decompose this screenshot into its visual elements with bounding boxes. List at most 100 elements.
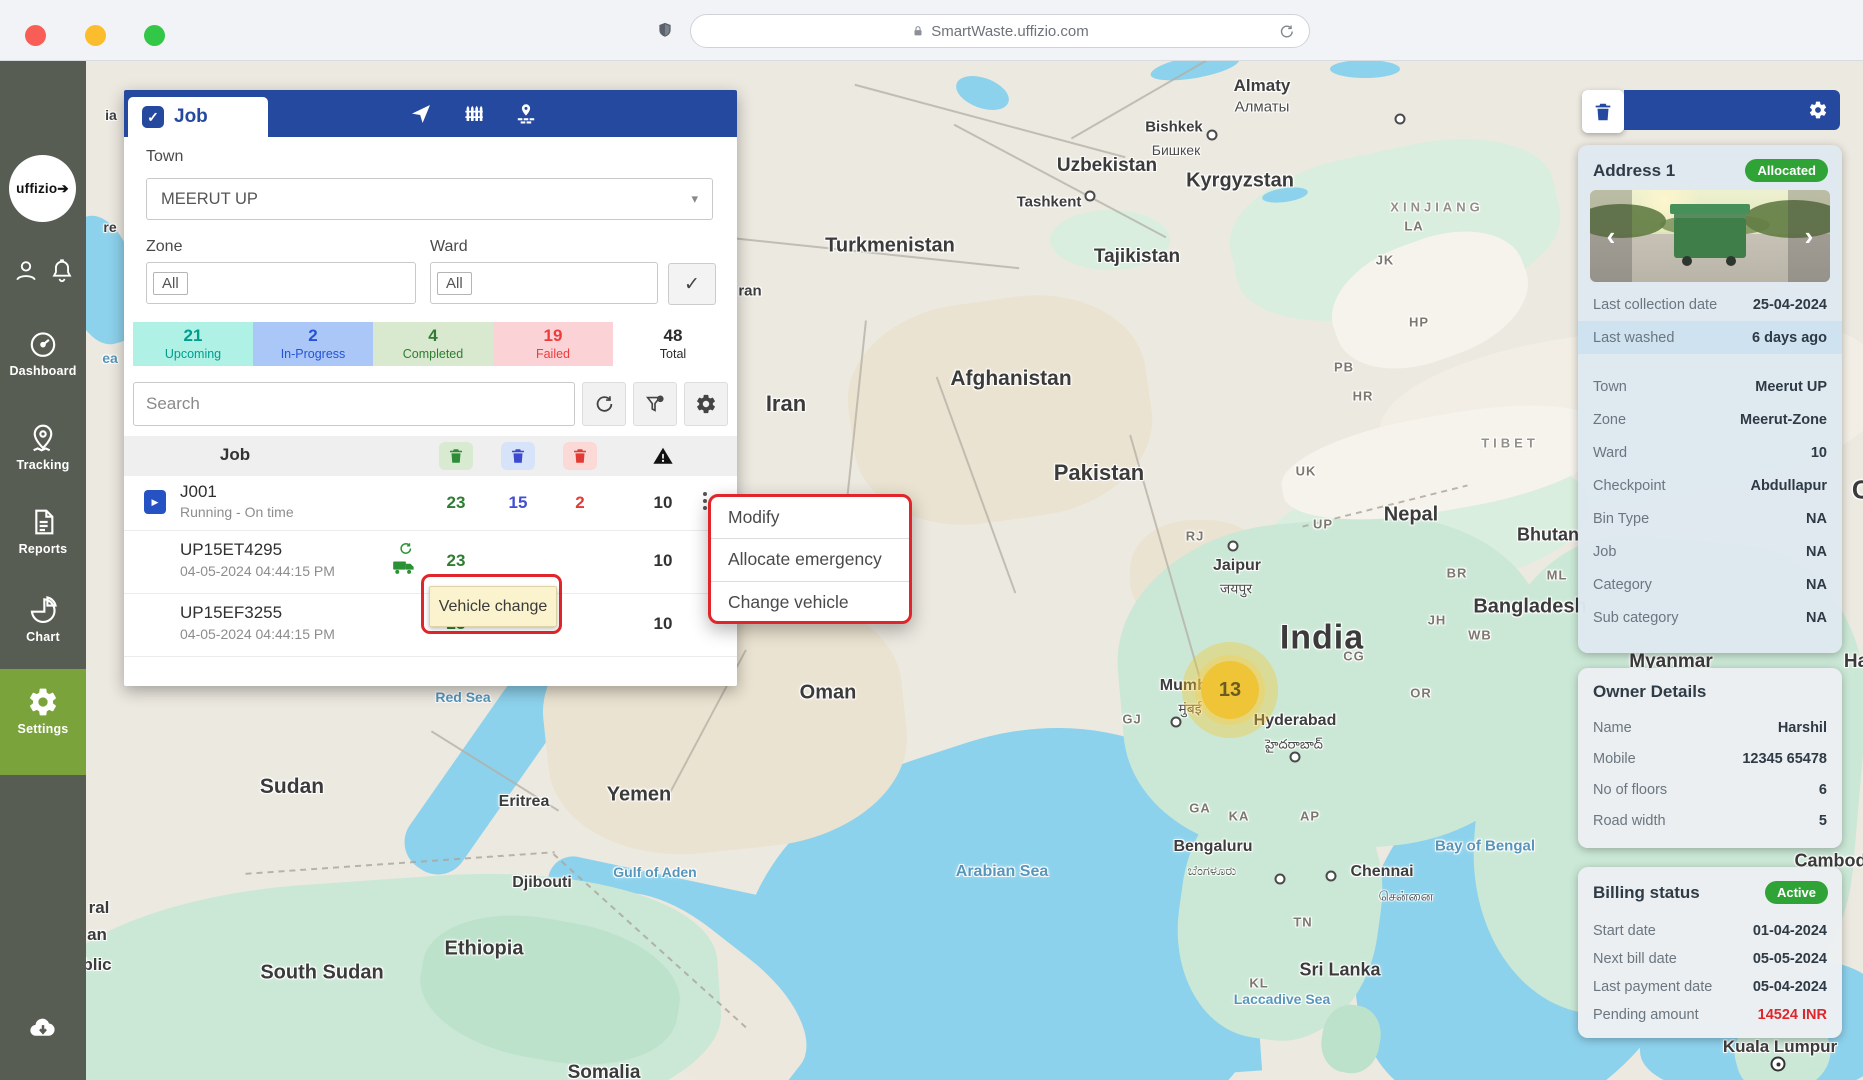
map-label-bangladesh: Bangladesh [1473, 596, 1586, 619]
city-dot [1171, 717, 1182, 728]
sidebar-item-chart[interactable]: Chart [0, 594, 86, 644]
cloud-download-icon[interactable] [28, 1012, 58, 1036]
clipboard-check-icon: ✓ [142, 106, 164, 128]
map-cluster-marker[interactable]: 13 [1201, 661, 1259, 719]
table-row[interactable]: J001Running - On time▶2315210 [124, 476, 737, 531]
user-icon[interactable] [12, 257, 40, 285]
ward-input[interactable]: All [430, 262, 658, 304]
stat-completed[interactable]: 4Completed [373, 322, 493, 366]
row-subtitle: 04-05-2024 04:44:15 PM [180, 626, 335, 642]
sidebar-item-reports[interactable]: Reports [0, 506, 86, 556]
stat-label: In-Progress [253, 347, 373, 361]
map-label-ka: KA [1229, 809, 1250, 824]
settings-button[interactable] [684, 382, 728, 426]
shield-icon[interactable] [656, 21, 674, 40]
map-label-djibouti: Djibouti [512, 874, 572, 892]
map-label-ml: ML [1547, 568, 1568, 583]
tab-fence-icon[interactable] [462, 102, 486, 126]
sidebar-item-tracking[interactable]: Tracking [0, 422, 86, 472]
zone-chip[interactable]: All [153, 272, 188, 295]
tab-navigation-icon[interactable] [409, 102, 433, 126]
stat-value: 48 [613, 326, 733, 346]
detail-row: Next bill date05-05-2024 [1578, 945, 1842, 973]
uffizio-logo: uffizio➔ [9, 155, 76, 222]
vehicle-change-icon[interactable] [390, 541, 420, 576]
town-select[interactable]: MEERUT UP ▾ [146, 178, 713, 220]
map-label-bengaluru: Bengaluru [1173, 838, 1252, 856]
detail-value: 12345 65478 [1742, 751, 1827, 767]
reload-icon[interactable] [1278, 23, 1295, 40]
warning-icon [646, 442, 680, 470]
map-label-ran: ran [738, 283, 761, 300]
window-zoom-button[interactable] [144, 25, 165, 46]
row-title: UP15ET4295 [180, 540, 282, 560]
sidebar-item-label: Dashboard [0, 364, 86, 378]
active-badge: Active [1765, 881, 1828, 904]
stat-failed[interactable]: 19Failed [493, 322, 613, 366]
detail-row: Mobile12345 65478 [1578, 743, 1842, 774]
carousel-next-button[interactable]: › [1788, 190, 1830, 282]
tab-job[interactable]: ✓ Job [128, 97, 268, 137]
tab-checkpoint-icon[interactable] [514, 102, 538, 126]
clipboard-play-icon: ▶ [144, 490, 166, 514]
stat-upcoming[interactable]: 21Upcoming [133, 322, 253, 366]
search-input[interactable] [133, 382, 575, 426]
sidebar-item-settings[interactable]: Settings [0, 669, 86, 775]
map-label-chennai: Chennai [1350, 863, 1413, 881]
map-label-ia: ia [105, 107, 117, 123]
map-label-laccadive-sea: Laccadive Sea [1234, 991, 1331, 1007]
refresh-button[interactable] [582, 382, 626, 426]
map-label-jk: JK [1376, 253, 1395, 268]
bin-tab[interactable] [1582, 90, 1624, 133]
stat-total[interactable]: 48Total [613, 322, 733, 366]
detail-value: Harshil [1778, 720, 1827, 736]
menu-item-modify[interactable]: Modify [711, 497, 909, 538]
detail-row: TownMeerut UP [1578, 370, 1842, 403]
detail-row: Last collection date25-04-2024 [1578, 288, 1842, 321]
map-label-சென்னை: சென்னை [1379, 889, 1434, 906]
map-terrain-shape [1330, 60, 1400, 78]
map-label-ಬೆಂಗಳೂರು: ಬೆಂಗಳೂರು [1188, 863, 1237, 879]
detail-value: 01-04-2024 [1753, 923, 1827, 939]
zone-input[interactable]: All [146, 262, 416, 304]
map-label-red-sea: Red Sea [435, 689, 490, 705]
menu-item-allocate-emergency[interactable]: Allocate emergency [711, 538, 909, 580]
map-label-tibet: TIBET [1481, 436, 1539, 451]
stat-in-progress[interactable]: 2In-Progress [253, 322, 373, 366]
window-minimize-button[interactable] [85, 25, 106, 46]
apply-filter-button[interactable]: ✓ [668, 263, 716, 305]
detail-value: 25-04-2024 [1753, 297, 1827, 313]
detail-value: 14524 INR [1758, 1007, 1827, 1023]
detail-row: Bin TypeNA [1578, 502, 1842, 535]
bell-icon[interactable] [48, 257, 76, 285]
detail-row: Pending amount14524 INR [1578, 1001, 1842, 1029]
zone-label: Zone [146, 238, 182, 256]
detail-label: Next bill date [1593, 951, 1677, 967]
gear-icon[interactable] [1808, 100, 1828, 120]
green-bin-icon [439, 442, 473, 470]
browser-chrome: SmartWaste.uffizio.com [0, 0, 1863, 61]
address-bar[interactable]: SmartWaste.uffizio.com [690, 14, 1310, 48]
window-close-button[interactable] [25, 25, 46, 46]
map-label-bhutan: Bhutan [1517, 525, 1579, 546]
stat-value: 21 [133, 326, 253, 346]
map-label-алматы: Алматы [1235, 99, 1290, 116]
city-dot [1207, 130, 1218, 141]
ward-chip[interactable]: All [437, 272, 472, 295]
tab-job-label: Job [174, 106, 208, 128]
right-panel-header [1624, 90, 1840, 130]
map-label-sri-lanka: Sri Lanka [1299, 960, 1380, 981]
carousel-prev-button[interactable]: ‹ [1590, 190, 1632, 282]
map-label-जयपुर: जयपुर [1220, 580, 1252, 599]
count-red: 2 [575, 493, 584, 513]
menu-item-change-vehicle[interactable]: Change vehicle [711, 581, 909, 623]
detail-label: Road width [1593, 813, 1666, 829]
map-label-sudan: Sudan [260, 775, 324, 799]
sidebar: uffizio➔ Dashboard Tracking Reports Chart Se… [0, 60, 86, 1080]
sidebar-item-dashboard[interactable]: Dashboard [0, 328, 86, 378]
detail-row: CategoryNA [1578, 568, 1842, 601]
reports-icon [27, 506, 59, 538]
filter-button[interactable] [633, 382, 677, 426]
capital-dot [1771, 1057, 1786, 1072]
detail-label: Ward [1593, 445, 1627, 461]
